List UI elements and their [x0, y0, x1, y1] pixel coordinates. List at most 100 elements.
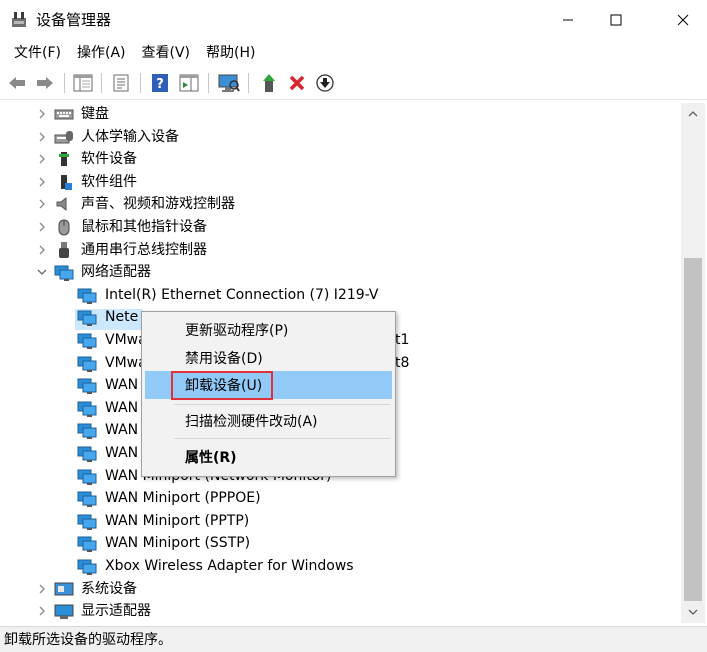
help-toolbar-button[interactable]: ? — [149, 72, 171, 94]
forward-arrow-icon — [37, 77, 53, 89]
tree-device-item[interactable]: Intel(R) Ethernet Connection (7) I219-V — [4, 284, 680, 307]
tree-item-label: 键盘 — [81, 106, 109, 122]
tree-category[interactable]: 通用串行总线控制器 — [4, 239, 680, 262]
tree-category[interactable]: 声音、视频和游戏控制器 — [4, 193, 680, 216]
svg-text:?: ? — [156, 77, 164, 92]
update-driver-icon — [263, 74, 275, 92]
network-adapter-icon — [77, 286, 97, 304]
tree-device-item[interactable]: WAN Miniport (SSTP) — [4, 532, 680, 555]
chevron-down-icon[interactable] — [37, 267, 47, 277]
tree-item-label: WAN — [105, 445, 139, 461]
network-adapter-icon — [77, 467, 97, 485]
tree-category[interactable]: 鼠标和其他指针设备 — [4, 216, 680, 239]
scroll-down-button[interactable] — [681, 601, 705, 623]
tree-category[interactable]: 键盘 — [4, 103, 680, 126]
tree-item-label: Nete — [105, 309, 139, 326]
action-pane-button[interactable] — [178, 72, 200, 94]
tree-item-label: 声音、视频和游戏控制器 — [81, 196, 235, 213]
display-adapter-icon — [54, 602, 74, 620]
scan-hardware-button[interactable] — [218, 72, 240, 94]
back-button[interactable] — [6, 72, 28, 94]
hid-icon — [54, 128, 74, 146]
network-adapter-icon — [77, 444, 97, 462]
scroll-up-button[interactable] — [681, 103, 705, 125]
chevron-right-icon[interactable] — [37, 222, 47, 232]
tree-category[interactable]: 软件设备 — [4, 148, 680, 171]
action-pane-icon — [179, 74, 199, 92]
tree-item-label: WAN — [105, 377, 139, 394]
tree-device-item[interactable]: Xbox Wireless Adapter for Windows — [4, 555, 680, 578]
menu-bar: 文件(F) 操作(A) 查看(V) 帮助(H) — [0, 40, 707, 66]
show-hide-console-tree-button[interactable] — [72, 72, 94, 94]
network-adapter-icon — [77, 354, 97, 372]
tree-category[interactable]: 人体学输入设备 — [4, 126, 680, 149]
chevron-right-icon[interactable] — [37, 109, 47, 119]
tree-category[interactable]: 软件组件 — [4, 171, 680, 194]
chevron-right-icon[interactable] — [37, 177, 47, 187]
window-title: 设备管理器 — [36, 11, 112, 29]
menu-action[interactable]: 操作(A) — [69, 41, 134, 65]
tree-category[interactable]: 系统设备 — [4, 578, 680, 601]
close-icon — [677, 14, 689, 26]
tree-item-label: WAN — [105, 422, 139, 439]
menu-properties[interactable]: 属性(R) — [145, 443, 392, 471]
red-highlight-outline — [171, 371, 273, 400]
red-x-icon — [289, 75, 305, 91]
tree-item-label: WAN Miniport (PPTP) — [105, 512, 250, 529]
tree-item-label: Intel(R) Ethernet Connection (7) I219-V — [105, 286, 379, 303]
menu-help[interactable]: 帮助(H) — [198, 41, 263, 65]
tree-item-label: 软件设备 — [81, 151, 137, 168]
menu-scan-hardware-label: 扫描检测硬件改动(A) — [185, 414, 318, 430]
tree-item-label: WAN Miniport (PPPOE) — [105, 490, 261, 507]
menu-file[interactable]: 文件(F) — [6, 41, 69, 65]
title-bar: 设备管理器 — [0, 0, 707, 40]
network-adapter-icon — [54, 263, 74, 282]
toolbar-separator — [248, 73, 249, 93]
minimize-button[interactable] — [545, 0, 591, 40]
update-driver-button[interactable] — [258, 72, 280, 94]
software-device-icon — [54, 150, 74, 168]
chevron-right-icon[interactable] — [37, 154, 47, 164]
software-component-icon — [54, 173, 74, 191]
tree-item-label: 系统设备 — [81, 580, 137, 597]
chevron-right-icon[interactable] — [37, 584, 47, 594]
forward-button[interactable] — [34, 72, 56, 94]
tree-category-network-adapters[interactable]: 网络适配器 — [4, 261, 680, 284]
tree-device-item[interactable]: WAN Miniport (PPPOE) — [4, 487, 680, 510]
device-manager-icon — [12, 12, 26, 27]
tree-item-label: WAN Miniport (SSTP) — [105, 535, 251, 552]
tree-item-label-suffix: t8 — [395, 354, 410, 371]
vertical-scrollbar[interactable] — [681, 103, 705, 623]
uninstall-device-button[interactable] — [286, 72, 308, 94]
menu-separator — [174, 404, 390, 405]
chevron-right-icon[interactable] — [37, 199, 47, 209]
chevron-up-icon — [688, 111, 698, 117]
menu-disable-device[interactable]: 禁用设备(D) — [145, 344, 392, 372]
maximize-button[interactable] — [593, 0, 639, 40]
minimize-icon — [563, 19, 573, 21]
toolbar-separator — [208, 73, 209, 93]
tree-item-label-suffix: t1 — [395, 332, 410, 348]
close-button[interactable] — [660, 0, 706, 40]
menu-update-driver[interactable]: 更新驱动程序(P) — [145, 316, 392, 344]
menu-separator — [174, 438, 390, 439]
chevron-right-icon[interactable] — [37, 245, 47, 255]
menu-scan-hardware[interactable]: 扫描检测硬件改动(A) — [145, 407, 392, 435]
network-adapter-icon — [77, 512, 97, 530]
tree-device-item[interactable]: WAN Miniport (PPTP) — [4, 510, 680, 533]
tree-category[interactable]: 显示适配器 — [4, 600, 680, 623]
scrollbar-thumb[interactable] — [684, 258, 702, 601]
chevron-right-icon[interactable] — [37, 132, 47, 142]
properties-toolbar-button[interactable] — [110, 72, 132, 94]
mouse-icon — [54, 218, 74, 236]
maximize-icon — [610, 14, 622, 26]
menu-view[interactable]: 查看(V) — [134, 41, 199, 65]
tree-item-label: 人体学输入设备 — [81, 128, 179, 145]
help-icon: ? — [152, 74, 168, 92]
network-adapter-icon — [77, 308, 97, 327]
chevron-right-icon[interactable] — [37, 606, 47, 616]
tree-item-label: 软件组件 — [81, 173, 137, 190]
disable-device-button[interactable] — [314, 72, 336, 94]
tree-item-label: 显示适配器 — [81, 603, 151, 620]
toolbar-separator — [101, 73, 102, 93]
